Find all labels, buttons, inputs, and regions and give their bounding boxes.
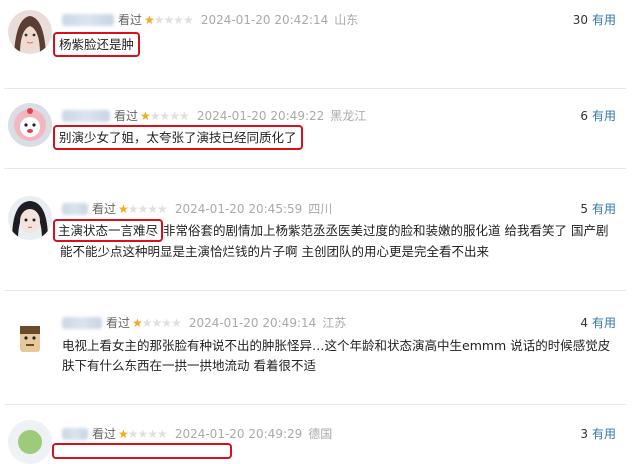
useful-label: 有用 <box>591 109 616 123</box>
highlight-box <box>52 443 232 459</box>
useful-label: 有用 <box>591 202 616 216</box>
useful-count: 5 <box>580 202 588 216</box>
rating-stars: ★★★★★ <box>144 12 194 27</box>
useful-count: 30 <box>572 13 588 27</box>
divider <box>4 404 626 405</box>
highlight-box: 别演少女了姐，太夸张了演技已经同质化了 <box>53 125 303 150</box>
comment-text: 主演状态一言难尽 非常俗套的剧情加上杨紫范丞丞医美过度的脸和装嫩的服化道 给我看笑… <box>53 219 616 261</box>
comment-time: 2024-01-20 20:49:14 <box>188 315 317 330</box>
divider <box>4 290 626 291</box>
comment-time: 2024-01-20 20:42:14 <box>200 12 329 27</box>
username[interactable] <box>62 109 110 122</box>
comment-highlight-text: 别演少女了姐，太夸张了演技已经同质化了 <box>59 130 297 145</box>
rating-stars: ★★★★★ <box>118 201 168 216</box>
rating-stars: ★★★★★ <box>118 426 168 441</box>
useful-label: 有用 <box>591 13 616 27</box>
watched-label: 看过 <box>114 109 139 123</box>
comment-location: 山东 <box>334 13 359 27</box>
comment-text: 杨紫脸还是肿 <box>53 32 620 57</box>
comment-text: 别演少女了姐，太夸张了演技已经同质化了 <box>53 125 620 150</box>
highlight-box: 杨紫脸还是肿 <box>53 32 141 57</box>
useful-button[interactable]: 5 有用 <box>580 200 616 217</box>
comment-location: 德国 <box>308 427 333 441</box>
comment-location: 四川 <box>308 202 333 216</box>
useful-count: 6 <box>580 109 588 123</box>
comment-time: 2024-01-20 20:49:29 <box>174 426 303 441</box>
divider <box>4 168 626 169</box>
useful-count: 3 <box>580 427 588 441</box>
useful-label: 有用 <box>591 316 616 330</box>
comment-location: 黑龙江 <box>330 109 367 123</box>
avatar[interactable] <box>8 103 52 147</box>
username[interactable] <box>62 202 88 215</box>
watched-label: 看过 <box>92 427 117 441</box>
rating-stars: ★★★★★ <box>140 108 190 123</box>
watched-label: 看过 <box>118 13 143 27</box>
useful-label: 有用 <box>591 427 616 441</box>
comment-location: 江苏 <box>322 316 347 330</box>
avatar[interactable] <box>8 316 52 360</box>
comment-highlight-text: 杨紫脸还是肿 <box>59 37 135 52</box>
username[interactable] <box>62 316 102 329</box>
username[interactable] <box>62 13 114 26</box>
useful-count: 4 <box>580 316 588 330</box>
comment-text: 电视上看女主的那张脸有种说不出的肿胀怪异…这个年龄和状态演高中生emmm 说话的… <box>62 338 611 373</box>
highlight-box: 主演状态一言难尽 <box>53 219 164 242</box>
avatar[interactable] <box>8 420 52 464</box>
comment-highlight-text: 主演状态一言难尽 <box>58 223 159 238</box>
rating-stars: ★★★★★ <box>132 315 182 330</box>
useful-button[interactable]: 6 有用 <box>580 107 616 124</box>
useful-button[interactable]: 3 有用 <box>580 425 616 442</box>
comment-time: 2024-01-20 20:45:59 <box>174 201 303 216</box>
watched-label: 看过 <box>106 316 131 330</box>
avatar[interactable] <box>8 10 52 54</box>
useful-button[interactable]: 4 有用 <box>580 314 616 331</box>
username[interactable] <box>62 427 88 440</box>
watched-label: 看过 <box>92 202 117 216</box>
comment-time: 2024-01-20 20:49:22 <box>196 108 325 123</box>
avatar[interactable] <box>8 196 52 240</box>
divider <box>4 88 626 89</box>
useful-button[interactable]: 30 有用 <box>573 11 616 28</box>
